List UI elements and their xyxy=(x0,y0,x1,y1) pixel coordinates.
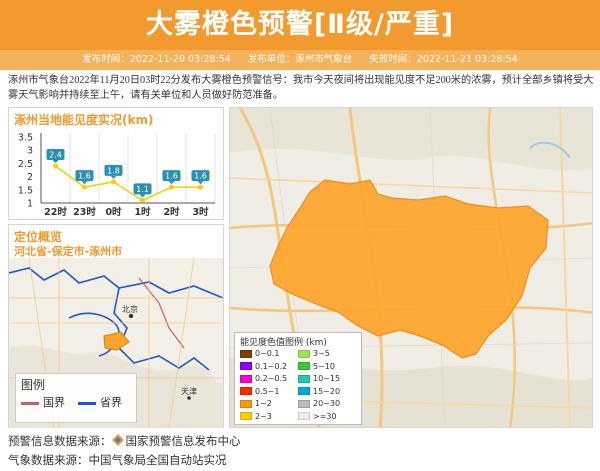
data-point xyxy=(140,197,145,203)
province-border-swatch xyxy=(78,401,96,405)
data-label: 1.1 xyxy=(136,185,149,194)
data-label-pointer xyxy=(168,181,175,185)
legend-province-label: 省界 xyxy=(100,396,122,409)
color-legend-swatch xyxy=(240,349,252,358)
boundary-legend: 图例 国界 省界 xyxy=(15,373,137,423)
weather-source: 气象数据来源：中国气象局全国自动站实况 xyxy=(8,452,227,468)
y-tick-label: 3 xyxy=(27,146,33,157)
x-tick-label: 0时 xyxy=(105,206,122,218)
color-legend-item: 0.2~0.5 xyxy=(240,374,287,384)
color-legend-swatch xyxy=(298,374,310,383)
data-label: 2.4 xyxy=(49,151,62,160)
x-tick-label: 3时 xyxy=(192,206,209,218)
color-legend-swatch xyxy=(298,412,310,420)
weather-source-value: 中国气象局全国自动站实况 xyxy=(88,453,227,467)
y-tick-label: 2 xyxy=(27,172,33,183)
data-label: 1.6 xyxy=(165,172,178,181)
data-label-pointer xyxy=(197,181,204,185)
color-legend-label: 2~3 xyxy=(255,411,272,421)
data-point xyxy=(53,163,58,169)
color-legend-item: >=30 xyxy=(298,412,337,422)
legend-country-label: 国界 xyxy=(43,396,65,409)
data-label-pointer xyxy=(81,181,88,185)
data-label-pointer xyxy=(110,175,117,179)
map-label-beijing: 北京 xyxy=(122,304,138,314)
color-legend-swatch xyxy=(240,374,252,383)
color-legend-item: 5~10 xyxy=(298,362,335,372)
color-legend-swatch xyxy=(298,387,310,395)
warning-source-value: 国家预警信息发布中心 xyxy=(125,434,241,448)
legend-province-border: 省界 xyxy=(78,394,122,410)
x-tick-label: 22时 xyxy=(44,206,67,218)
map-label-tianjin: 天津 xyxy=(181,386,197,396)
color-legend-label: 15~20 xyxy=(313,386,341,396)
visibility-color-legend: 能见度色值图例 (km) 0~0.1 0.1~0.2 0.2~0.5 0.5~1 1~2… xyxy=(234,332,362,425)
color-legend-item: 1~2 xyxy=(240,399,272,409)
weather-source-label: 气象数据来源： xyxy=(8,453,89,467)
country-border-swatch xyxy=(21,401,39,405)
color-legend-label: 10~15 xyxy=(313,374,341,383)
data-label-pointer xyxy=(52,160,59,164)
color-legend-item: 0.5~1 xyxy=(240,387,280,397)
x-tick-label: 23时 xyxy=(73,206,96,218)
color-legend-label: 20~30 xyxy=(313,399,341,408)
color-legend-label: 5~10 xyxy=(313,361,335,371)
color-legend-item: 20~30 xyxy=(298,399,340,409)
color-legend-label: 0.1~0.2 xyxy=(255,361,288,371)
color-legend-swatch xyxy=(298,362,310,370)
color-legend-item: 3~5 xyxy=(298,349,330,359)
color-legend-item: 0~0.1 xyxy=(240,349,280,359)
y-tick-label: 1 xyxy=(27,199,33,210)
location-panel: 定位概览 河北省-保定市-涿州市 北京 天津 图例 国界 省界 xyxy=(8,224,224,428)
color-legend-label: 3~5 xyxy=(313,349,330,358)
color-legend-label: 0.2~0.5 xyxy=(255,374,288,383)
color-legend-swatch xyxy=(240,412,252,420)
issue-time: 发布时间：2022-11-20 03:28:54 xyxy=(82,54,231,65)
color-legend-label: 1~2 xyxy=(255,399,272,408)
warning-title: 大雾橙色预警[Ⅱ级/严重] xyxy=(145,9,455,40)
color-legend-label: 0~0.1 xyxy=(255,349,280,358)
color-legend-swatch xyxy=(240,362,252,370)
legend-country-border: 国界 xyxy=(21,394,65,410)
data-label: 1.6 xyxy=(78,172,91,181)
color-legend-swatch xyxy=(298,349,310,358)
data-point xyxy=(169,184,174,190)
color-legend-label: 0.5~1 xyxy=(255,386,280,396)
color-legend-swatch xyxy=(298,399,310,408)
warning-source: 预警信息数据来源： 国家预警信息发布中心 xyxy=(8,433,241,449)
data-point xyxy=(82,184,87,190)
boundary-legend-title: 图例 xyxy=(21,378,46,392)
x-tick-label: 1时 xyxy=(134,206,151,218)
data-label: 1.8 xyxy=(107,166,120,175)
expire-time: 失效时间：2022-11-21 03:28:54 xyxy=(369,54,518,65)
issuer: 发布单位：涿州市气象台 xyxy=(247,54,353,65)
color-legend-item: 2~3 xyxy=(240,412,272,422)
data-label-pointer xyxy=(139,194,146,198)
warning-message: 涿州市气象台2022年11月20日03时22分发布大雾橙色预警信号：我市今天夜间… xyxy=(8,75,594,101)
warning-map-panel[interactable]: 能见度色值图例 (km) 0~0.1 0.1~0.2 0.2~0.5 0.5~1 1~2… xyxy=(229,107,593,428)
visibility-panel: 涿州当地能见度实况(km) 1 1.5 2 2.5 3 3.5 22时 23时 0时 1时 2时 3时… xyxy=(8,107,224,220)
color-legend-item: 10~15 xyxy=(298,374,340,384)
warning-meta-bar: 发布时间：2022-11-20 03:28:54 发布单位：涿州市气象台 失效时… xyxy=(0,50,600,70)
region-path: 河北省-保定市-涿州市 xyxy=(14,245,123,258)
y-tick-label: 3.5 xyxy=(18,133,33,144)
color-legend-label: >=30 xyxy=(313,411,337,421)
color-legend-swatch xyxy=(240,399,252,408)
color-legend-item: 0.1~0.2 xyxy=(240,362,287,372)
y-tick-label: 2.5 xyxy=(18,159,33,170)
y-tick-label: 1.5 xyxy=(18,185,33,196)
data-label: 1.6 xyxy=(194,172,207,181)
data-point xyxy=(198,184,203,190)
color-legend-swatch xyxy=(240,387,252,395)
warning-header: 大雾橙色预警[Ⅱ级/严重] xyxy=(0,0,600,50)
color-legend-title: 能见度色值图例 (km) xyxy=(240,338,327,348)
warning-source-label: 预警信息数据来源： xyxy=(8,434,112,448)
color-legend-item: 15~20 xyxy=(298,387,340,397)
x-tick-label: 2时 xyxy=(163,206,180,218)
data-point xyxy=(111,179,116,185)
warning-center-logo-icon xyxy=(111,434,124,446)
visibility-chart: 1 1.5 2 2.5 3 3.5 22时 23时 0时 1时 2时 3时 2.4 1.6 1.8 1.1 1.… xyxy=(18,133,216,218)
